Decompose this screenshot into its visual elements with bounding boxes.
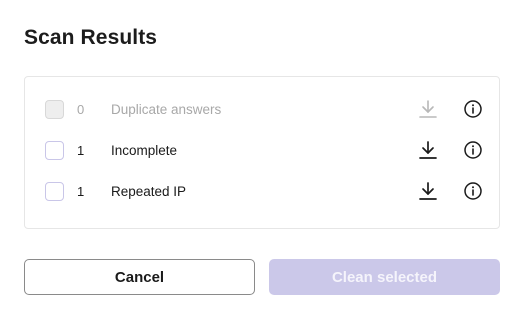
result-row-duplicate-answers: 0 Duplicate answers: [25, 98, 499, 124]
incomplete-checkbox[interactable]: [45, 141, 64, 160]
info-icon[interactable]: [463, 140, 483, 160]
cancel-button[interactable]: Cancel: [24, 259, 255, 295]
dialog-title: Scan Results: [24, 26, 158, 49]
result-row-incomplete: 1 Incomplete: [25, 139, 499, 165]
result-row-repeated-ip: 1 Repeated IP: [25, 180, 499, 206]
duplicate-answers-label: Duplicate answers: [111, 102, 222, 117]
repeated-ip-count: 1: [77, 184, 85, 199]
download-icon[interactable]: [417, 180, 439, 202]
clean-selected-button[interactable]: Clean selected: [269, 259, 500, 295]
download-icon[interactable]: [417, 98, 439, 120]
repeated-ip-checkbox[interactable]: [45, 182, 64, 201]
repeated-ip-label: Repeated IP: [111, 184, 187, 199]
duplicate-answers-checkbox[interactable]: [45, 100, 64, 119]
info-icon[interactable]: [463, 99, 483, 119]
download-icon[interactable]: [417, 139, 439, 161]
info-icon[interactable]: [463, 181, 483, 201]
results-panel: 0 Duplicate answers 1 Incomplete 1 Repea…: [24, 76, 500, 229]
incomplete-count: 1: [77, 143, 85, 158]
duplicate-answers-count: 0: [77, 102, 85, 117]
incomplete-label: Incomplete: [111, 143, 178, 158]
